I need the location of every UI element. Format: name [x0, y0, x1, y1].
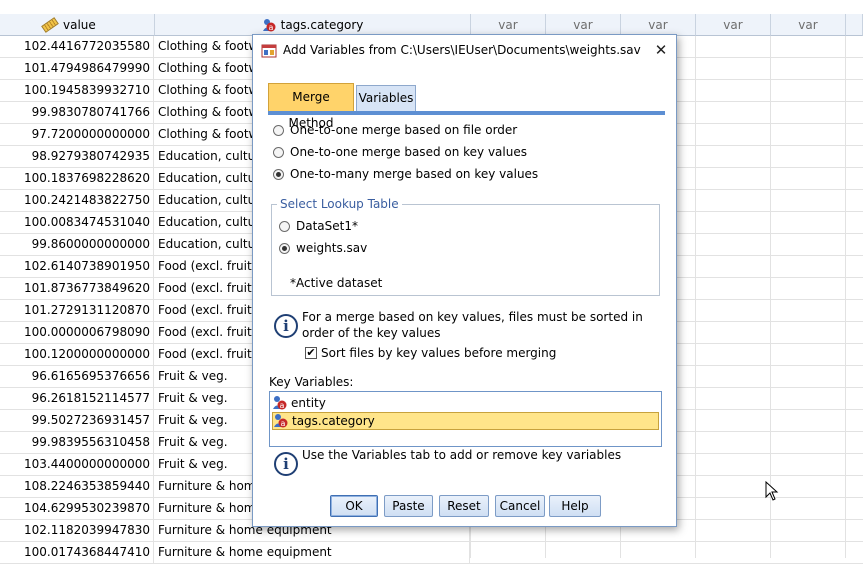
column-header-value-label: value: [63, 17, 96, 32]
value-cell[interactable]: 101.2729131120870: [0, 300, 154, 321]
help-button[interactable]: Help: [549, 495, 601, 517]
close-icon[interactable]: ✕: [651, 40, 671, 60]
radio-button[interactable]: [273, 168, 284, 180]
ok-button[interactable]: OK: [330, 495, 378, 517]
radio-dataset1[interactable]: DataSet1*: [279, 217, 358, 235]
value-cell[interactable]: 98.9279380742935: [0, 146, 154, 167]
value-cell[interactable]: 100.0083474531040: [0, 212, 154, 233]
add-variables-dialog: Add Variables from C:\Users\IEUser\Docum…: [252, 34, 677, 527]
radio-dataset1-label: DataSet1*: [296, 219, 358, 233]
table-row[interactable]: 100.0174368447410 Furniture & home equipm…: [0, 542, 863, 564]
app-icon: [261, 43, 277, 59]
list-item[interactable]: a tags.category: [272, 412, 659, 430]
key-variables-label: Key Variables:: [269, 375, 354, 389]
lookup-table-legend: Select Lookup Table: [277, 197, 402, 211]
active-dataset-note: *Active dataset: [290, 276, 383, 290]
value-cell[interactable]: 102.4416772035580: [0, 36, 154, 57]
column-header-category[interactable]: a tags.category: [155, 14, 471, 36]
column-header-category-label: tags.category: [280, 17, 364, 32]
column-header-var[interactable]: var: [621, 14, 696, 36]
sort-checkbox-label: Sort files by key values before merging: [321, 346, 557, 360]
value-cell[interactable]: 96.6165695376656: [0, 366, 154, 387]
tab-variables[interactable]: Variables: [356, 85, 416, 111]
key-variable-label: tags.category: [292, 414, 375, 428]
value-cell[interactable]: 103.4400000000000: [0, 454, 154, 475]
nominal-variable-icon: a: [273, 413, 289, 429]
radio-key-values-label: One-to-one merge based on key values: [290, 145, 527, 159]
category-cell[interactable]: Furniture & home equipment: [155, 542, 470, 563]
value-cell[interactable]: 102.1182039947830: [0, 520, 154, 541]
svg-text:a: a: [280, 401, 285, 410]
tab-merge-method[interactable]: Merge Method: [268, 83, 354, 130]
column-header-var[interactable]: var: [471, 14, 546, 36]
nominal-variable-icon: a: [262, 18, 278, 32]
column-header-var[interactable]: var: [546, 14, 621, 36]
value-cell[interactable]: 100.0000006798090: [0, 322, 154, 343]
radio-weights[interactable]: weights.sav: [279, 239, 367, 257]
column-header-var[interactable]: var: [771, 14, 846, 36]
paste-button[interactable]: Paste: [384, 495, 433, 517]
mouse-cursor-icon: [765, 481, 779, 501]
value-cell[interactable]: 100.1837698228620: [0, 168, 154, 189]
value-cell[interactable]: 108.2246353859440: [0, 476, 154, 497]
radio-file-order-label: One-to-one merge based on file order: [290, 123, 518, 137]
dialog-titlebar[interactable]: Add Variables from C:\Users\IEUser\Docum…: [253, 35, 676, 65]
column-header-filler: [846, 14, 863, 36]
key-variables-list[interactable]: a entity a tags.category: [269, 391, 662, 447]
column-header-value[interactable]: value: [0, 14, 155, 36]
grid-line: [695, 36, 696, 558]
reset-button[interactable]: Reset: [439, 495, 489, 517]
value-cell[interactable]: 99.5027236931457: [0, 410, 154, 431]
radio-button[interactable]: [279, 242, 290, 254]
info-icon: i: [274, 314, 298, 338]
sort-info-text: For a merge based on key values, files m…: [302, 310, 643, 340]
value-cell[interactable]: 100.1200000000000: [0, 344, 154, 365]
value-cell[interactable]: 96.2618152114577: [0, 388, 154, 409]
list-item[interactable]: a entity: [272, 394, 659, 412]
nominal-variable-icon: a: [272, 395, 288, 411]
value-cell[interactable]: 97.7200000000000: [0, 124, 154, 145]
info-icon: i: [274, 452, 298, 476]
radio-one-to-many[interactable]: One-to-many merge based on key values: [273, 165, 538, 183]
value-cell[interactable]: 100.2421483822750: [0, 190, 154, 211]
value-cell[interactable]: 101.4794986479990: [0, 58, 154, 79]
value-cell[interactable]: 99.8600000000000: [0, 234, 154, 255]
svg-text:a: a: [268, 23, 273, 32]
ruler-scale-icon: [41, 16, 59, 33]
value-cell[interactable]: 100.1945839932710: [0, 80, 154, 101]
radio-weights-label: weights.sav: [296, 241, 368, 255]
tab-strip-underline: [268, 111, 665, 115]
checkbox-icon[interactable]: ✔: [305, 347, 317, 359]
key-variable-label: entity: [291, 396, 326, 410]
grid-line: [770, 36, 771, 558]
radio-one-to-many-label: One-to-many merge based on key values: [290, 167, 539, 181]
variables-tab-info-text: Use the Variables tab to add or remove k…: [302, 448, 622, 462]
radio-button[interactable]: [273, 124, 284, 136]
value-cell[interactable]: 102.6140738901950: [0, 256, 154, 277]
value-cell[interactable]: 104.6299530239870: [0, 498, 154, 519]
radio-file-order[interactable]: One-to-one merge based on file order: [273, 121, 517, 139]
cancel-button[interactable]: Cancel: [495, 495, 545, 517]
value-cell[interactable]: 101.8736773849620: [0, 278, 154, 299]
radio-button[interactable]: [279, 220, 290, 232]
value-cell[interactable]: 99.9830780741766: [0, 102, 154, 123]
column-header-var[interactable]: var: [696, 14, 771, 36]
value-cell[interactable]: 99.9839556310458: [0, 432, 154, 453]
svg-text:a: a: [281, 419, 286, 428]
dialog-title: Add Variables from C:\Users\IEUser\Docum…: [283, 43, 641, 57]
radio-button[interactable]: [273, 146, 284, 158]
grid-line: [845, 36, 846, 558]
radio-key-values[interactable]: One-to-one merge based on key values: [273, 143, 527, 161]
value-cell[interactable]: 100.0174368447410: [0, 542, 154, 563]
